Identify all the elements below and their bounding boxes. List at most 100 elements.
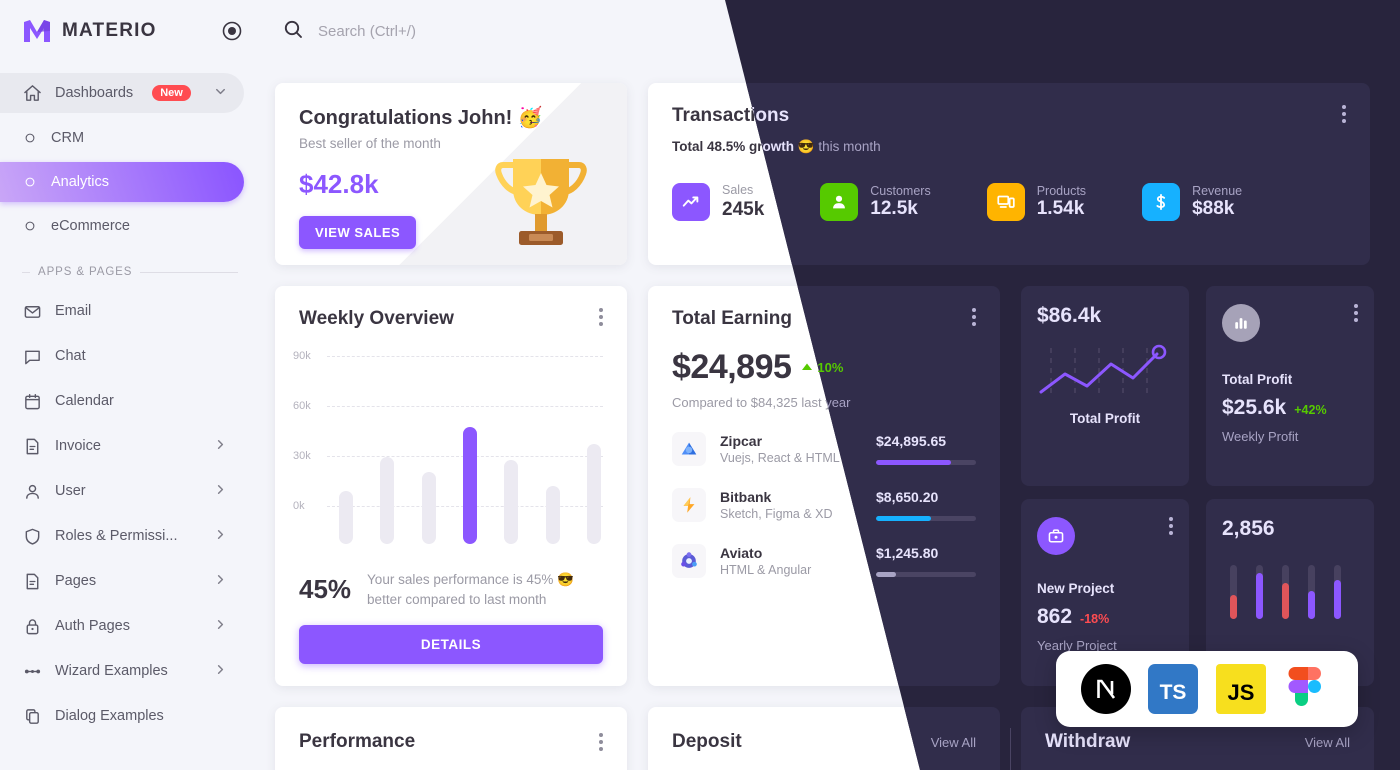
transactions-growth: Total 48.5% growth 😎 [672, 139, 815, 154]
avatar[interactable] [1340, 12, 1378, 50]
view-sales-button[interactable]: VIEW SALES [299, 216, 417, 249]
search-placeholder: Search (Ctrl+/) [318, 22, 416, 40]
chat-bubble-icon [22, 346, 42, 366]
trophy-icon [493, 145, 589, 255]
y-tick-90k: 90k [293, 350, 311, 362]
typescript-logo-icon[interactable]: TS [1147, 663, 1199, 715]
withdraw-title: Withdraw [1045, 731, 1131, 752]
bar-highlighted [462, 427, 477, 544]
javascript-logo-icon[interactable]: JS [1215, 663, 1267, 715]
topbar: Search (Ctrl+/) [260, 0, 1400, 62]
sidebar-item-dashboards[interactable]: Dashboards New [0, 73, 244, 113]
new-project-amount: 862 [1037, 605, 1073, 628]
sun-icon[interactable] [1220, 20, 1242, 42]
performance-percent: 45% [299, 574, 352, 605]
sidebar-item-analytics[interactable]: Analytics [0, 162, 244, 202]
deposit-view-all-link[interactable]: View All [931, 735, 976, 750]
search-input[interactable]: Search (Ctrl+/) [282, 18, 1180, 45]
svg-text:JS: JS [1227, 680, 1254, 705]
total-earning-card: Total Earning $24,895 10% Compared to $8… [648, 286, 1000, 686]
chevron-right-icon[interactable] [213, 617, 228, 636]
status-badge [1367, 38, 1378, 49]
more-vertical-icon[interactable] [599, 733, 603, 751]
chevron-right-icon[interactable] [213, 437, 228, 456]
bell-icon[interactable] [1300, 19, 1323, 42]
translate-icon[interactable] [1180, 20, 1202, 42]
sidebar-item-wizard-examples[interactable]: Wizard Examples [0, 651, 244, 691]
transactions-title: Transactions [672, 105, 790, 126]
grid-apps-icon[interactable] [1260, 20, 1282, 42]
performance-note: Your sales performance is 45% 😎 better c… [367, 572, 574, 607]
sidebar-item-crm[interactable]: CRM [0, 118, 244, 158]
earning-name: Bitbank [720, 489, 772, 505]
sidebar: MATERIO Dashboards New CRM Analytics eCo… [0, 0, 260, 770]
more-vertical-icon[interactable] [599, 308, 603, 326]
more-vertical-icon[interactable] [972, 308, 976, 326]
sidebar-item-label: Chat [55, 348, 86, 364]
chevron-right-icon[interactable] [213, 482, 228, 501]
circle-outline-icon [22, 130, 38, 146]
mini-bars-icon [1222, 563, 1358, 626]
chevron-right-icon[interactable] [213, 527, 228, 546]
sidebar-item-label: Dashboards [55, 85, 134, 101]
sidebar-item-invoice[interactable]: Invoice [0, 426, 244, 466]
weekly-profit-card: Total Profit $25.6k +42% Weekly Profit [1206, 286, 1374, 486]
dots-line-icon [22, 661, 42, 681]
stat-value: 245k [722, 199, 765, 220]
y-tick-0k: 0k [293, 500, 305, 512]
congratulations-card: Congratulations John! 🥳 Best seller of t… [275, 83, 627, 265]
sidebar-item-chat[interactable]: Chat [0, 336, 244, 376]
stat-sales: Sales 245k [672, 183, 764, 221]
weekly-profit-amount: $25.6k [1222, 396, 1287, 419]
details-button[interactable]: DETAILS [299, 625, 603, 665]
lock-icon [22, 616, 42, 636]
bar-chart-icon [1222, 304, 1260, 342]
bar [380, 457, 395, 544]
more-vertical-icon[interactable] [1342, 105, 1346, 123]
earning-tech: HTML & Angular [720, 563, 812, 577]
sidebar-item-dialog-examples[interactable]: Dialog Examples [0, 696, 244, 736]
sidebar-item-ecommerce[interactable]: eCommerce [0, 206, 244, 246]
more-vertical-icon[interactable] [1354, 304, 1358, 322]
bar [421, 472, 436, 544]
pin-circle-icon[interactable] [222, 21, 242, 41]
deposit-card: Deposit View All [648, 707, 1000, 770]
total-earning-compare: Compared to $84,325 last year [672, 395, 851, 410]
chevron-down-icon[interactable] [213, 84, 228, 103]
sidebar-item-calendar[interactable]: Calendar [0, 381, 244, 421]
stat-value: $88k [1192, 199, 1235, 220]
bitbank-logo-icon [672, 488, 706, 522]
list-item: Zipcar Vuejs, React & HTML $24,895.65 [672, 432, 976, 466]
earning-tech: Vuejs, React & HTML [720, 451, 840, 465]
sidebar-item-auth-pages[interactable]: Auth Pages [0, 606, 244, 646]
figma-logo-icon[interactable] [1282, 663, 1334, 715]
sidebar-item-email[interactable]: Email [0, 291, 244, 331]
nextjs-logo-icon[interactable] [1080, 663, 1132, 715]
more-vertical-icon[interactable] [1169, 517, 1173, 535]
withdraw-view-all-link[interactable]: View All [1305, 735, 1350, 750]
total-earning-amount: $24,895 [672, 348, 792, 386]
total-profit-label: Total Profit [1069, 411, 1141, 426]
sidebar-item-label: Dialog Examples [55, 708, 164, 724]
briefcase-icon [1037, 517, 1075, 555]
stat-products: Products 1.54k [986, 183, 1086, 221]
new-project-title: New Project [1037, 581, 1115, 596]
stat-label: Revenue [1192, 183, 1243, 197]
circle-outline-icon [22, 218, 38, 234]
sidebar-item-pages[interactable]: Pages [0, 561, 244, 601]
sidebar-item-label: Analytics [51, 174, 110, 190]
weekly-profit-label: Weekly Profit [1222, 429, 1299, 444]
copy-icon [22, 706, 42, 726]
counter-amount: 2,856 [1222, 517, 1275, 540]
chevron-right-icon[interactable] [213, 572, 228, 591]
sidebar-item-user[interactable]: User [0, 471, 244, 511]
earning-amount: $1,245.80 [876, 552, 939, 568]
sidebar-item-label: Wizard Examples [55, 663, 168, 679]
section-apps-pages: APPS & PAGES [0, 250, 260, 286]
sidebar-item-roles-permissions[interactable]: Roles & Permissi... [0, 516, 244, 556]
chevron-right-icon[interactable] [213, 662, 228, 681]
notification-badge-dot [1315, 19, 1323, 27]
calendar-icon [22, 391, 42, 411]
caret-up-icon [801, 360, 813, 375]
earning-list: Zipcar Vuejs, React & HTML $24,895.65 Bi… [648, 410, 1000, 578]
